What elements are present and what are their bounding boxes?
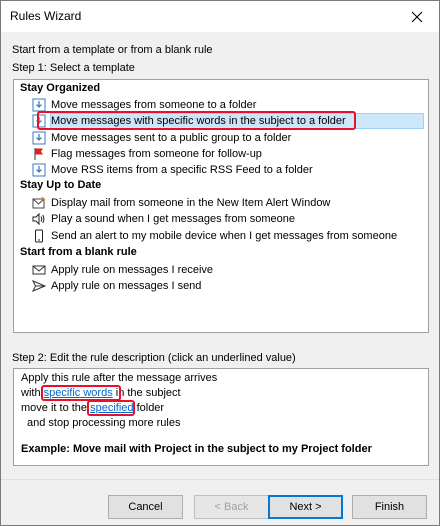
template-item-play-sound[interactable]: Play a sound when I get messages from so… xyxy=(31,211,423,227)
template-list[interactable]: Stay Organized Move messages from someon… xyxy=(13,79,429,333)
annotation-highlight-selected-template xyxy=(37,111,356,130)
template-item-move-public-group[interactable]: Move messages sent to a public group to … xyxy=(31,130,423,146)
back-button[interactable]: < Back xyxy=(194,495,269,519)
annotation-highlight-specific-words xyxy=(41,385,121,401)
move-folder-icon xyxy=(31,130,47,146)
group-header-blank-rule: Start from a blank rule xyxy=(20,246,137,258)
template-item-apply-receive[interactable]: Apply rule on messages I receive xyxy=(31,262,423,278)
desc-line-stop-processing: and stop processing more rules xyxy=(27,417,181,429)
intro-text: Start from a template or from a blank ru… xyxy=(12,44,213,56)
close-icon xyxy=(411,11,423,22)
title-bar: Rules Wizard xyxy=(1,1,439,32)
step2-label: Step 2: Edit the rule description (click… xyxy=(12,352,296,364)
group-header-stay-organized: Stay Organized xyxy=(20,82,101,94)
example-text: Example: Move mail with Project in the s… xyxy=(21,443,372,455)
footer-separator xyxy=(1,479,439,480)
rules-wizard-window: Rules Wizard Start from a template or fr… xyxy=(0,0,440,526)
close-button[interactable] xyxy=(395,1,439,32)
send-icon xyxy=(31,278,47,294)
rule-description-box: Apply this rule after the message arrive… xyxy=(13,368,429,466)
group-header-stay-up-to-date: Stay Up to Date xyxy=(20,179,102,191)
flag-icon xyxy=(31,146,47,162)
envelope-icon xyxy=(31,262,47,278)
template-item-move-rss[interactable]: Move RSS items from a specific RSS Feed … xyxy=(31,162,423,178)
template-item-apply-send[interactable]: Apply rule on messages I send xyxy=(31,278,423,294)
annotation-highlight-specified xyxy=(87,400,135,416)
move-folder-icon xyxy=(31,162,47,178)
finish-button[interactable]: Finish xyxy=(352,495,427,519)
step1-label: Step 1: Select a template xyxy=(12,62,135,74)
next-button[interactable]: Next > xyxy=(268,495,343,519)
template-item-alert-window[interactable]: Display mail from someone in the New Ite… xyxy=(31,195,423,211)
template-item-mobile-alert[interactable]: Send an alert to my mobile device when I… xyxy=(31,228,423,244)
alert-window-icon xyxy=(31,195,47,211)
window-title: Rules Wizard xyxy=(10,9,82,23)
mobile-device-icon xyxy=(31,228,47,244)
template-item-flag-followup[interactable]: Flag messages from someone for follow-up xyxy=(31,146,423,162)
desc-line-arrives: Apply this rule after the message arrive… xyxy=(21,372,218,384)
speaker-icon xyxy=(31,211,47,227)
cancel-button[interactable]: Cancel xyxy=(108,495,183,519)
